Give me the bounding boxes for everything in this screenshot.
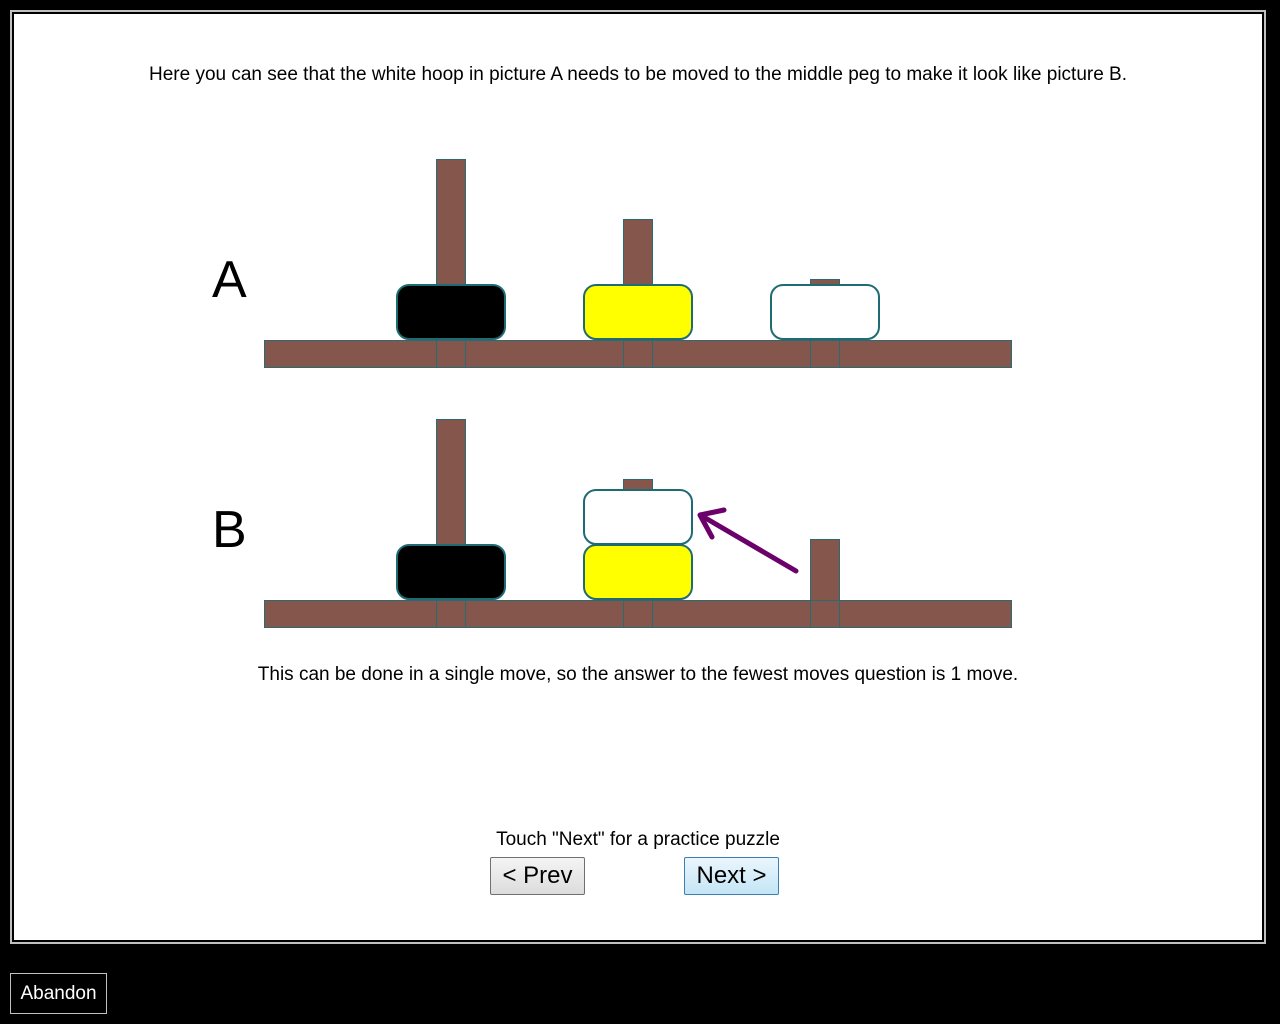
white-hoop: [770, 284, 880, 340]
touch-next-hint: Touch "Next" for a practice puzzle: [496, 829, 780, 850]
prev-button[interactable]: < Prev: [490, 857, 585, 895]
peg-right-foot: [810, 600, 840, 628]
peg-right-foot: [810, 340, 840, 368]
black-hoop: [396, 284, 506, 340]
next-button[interactable]: Next >: [684, 857, 779, 895]
yellow-hoop: [583, 544, 693, 600]
black-hoop: [396, 544, 506, 600]
abandon-button[interactable]: Abandon: [10, 973, 107, 1014]
intro-text: Here you can see that the white hoop in …: [148, 64, 1128, 85]
peg-middle-foot: [623, 600, 653, 628]
picture-b-label: B: [212, 501, 247, 559]
picture-a-label: A: [212, 251, 247, 309]
content-panel: [14, 14, 1262, 940]
yellow-hoop: [583, 284, 693, 340]
move-arrow: [697, 507, 799, 574]
white-hoop: [583, 489, 693, 545]
peg-left-foot: [436, 340, 466, 368]
summary-text: This can be done in a single move, so th…: [257, 664, 1019, 685]
peg-left-foot: [436, 600, 466, 628]
peg-middle-foot: [623, 340, 653, 368]
